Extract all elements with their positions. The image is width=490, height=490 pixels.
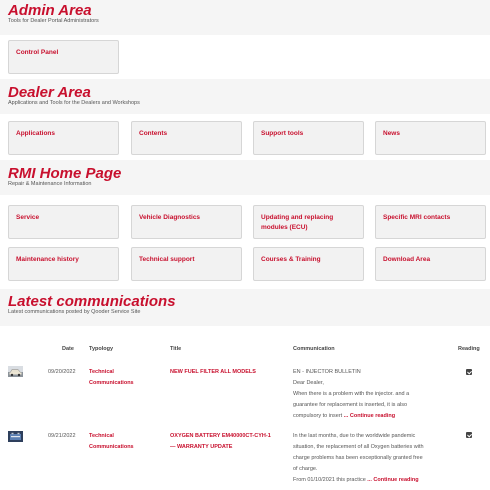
- card-label: Vehicle Diagnostics: [139, 214, 201, 221]
- reading-checkbox[interactable]: [466, 369, 472, 375]
- column-header-typology[interactable]: Typology: [89, 346, 113, 353]
- card-courses-training[interactable]: Courses & Training: [253, 247, 364, 281]
- continue-reading-link[interactable]: ... Continue reading: [367, 477, 418, 483]
- admin-area-title: Admin Area: [8, 2, 92, 19]
- admin-area-subtitle: Tools for Dealer Portal Administrators: [8, 18, 99, 24]
- reading-checkbox[interactable]: [466, 432, 472, 438]
- card-vehicle-diagnostics[interactable]: Vehicle Diagnostics: [131, 205, 242, 239]
- column-header-communication[interactable]: Communication: [293, 346, 335, 353]
- row-date: 09/21/2022: [48, 433, 76, 439]
- dealer-area-title: Dealer Area: [8, 84, 91, 101]
- row-typology[interactable]: Technical Communications: [89, 431, 134, 453]
- card-label: Control Panel: [16, 49, 59, 56]
- card-label: Applications: [16, 130, 56, 137]
- card-applications[interactable]: Applications: [8, 121, 119, 155]
- card-label: Support tools: [261, 130, 304, 137]
- card-label: Technical support: [139, 256, 195, 263]
- row-title-link[interactable]: OXYGEN BATTERY EM40000CT-CYH-1— WARRANTY…: [170, 431, 271, 453]
- row-typology[interactable]: Technical Communications: [89, 367, 134, 389]
- card-updating-modules[interactable]: Updating and replacing modules (ECU): [253, 205, 364, 239]
- card-technical-support[interactable]: Technical support: [131, 247, 242, 281]
- card-label: Updating and replacing modules (ECU): [261, 214, 334, 231]
- row-title-link[interactable]: NEW FUEL FILTER ALL MODELS: [170, 367, 256, 378]
- row-communication: EN - INJECTOR BULLETIN Dear Dealer, When…: [293, 369, 410, 419]
- card-contents[interactable]: Contents: [131, 121, 242, 155]
- card-control-panel[interactable]: Control Panel: [8, 40, 119, 74]
- card-service[interactable]: Service: [8, 205, 119, 239]
- card-label: Download Area: [383, 256, 431, 263]
- card-label: News: [383, 130, 400, 137]
- continue-reading-link[interactable]: ... Continue reading: [344, 413, 395, 419]
- card-label: Specific MRI contacts: [383, 214, 451, 221]
- column-header-reading[interactable]: Reading: [458, 346, 480, 353]
- battery-icon[interactable]: [8, 431, 23, 442]
- card-label: Maintenance history: [16, 256, 79, 263]
- row-communication: In the last months, due to the worldwide…: [293, 433, 424, 483]
- card-label: Service: [16, 214, 40, 221]
- latest-communications-title: Latest communications: [8, 293, 176, 310]
- card-support-tools[interactable]: Support tools: [253, 121, 364, 155]
- card-news[interactable]: News: [375, 121, 486, 155]
- card-maintenance-history[interactable]: Maintenance history: [8, 247, 119, 281]
- card-label: Courses & Training: [261, 256, 321, 263]
- latest-communications-subtitle: Latest communications posted by Qooder S…: [8, 309, 141, 315]
- card-download-area[interactable]: Download Area: [375, 247, 486, 281]
- row-date: 09/20/2022: [48, 369, 76, 375]
- rmi-home-title: RMI Home Page: [8, 165, 122, 182]
- rmi-home-subtitle: Repair & Maintenance Information: [8, 181, 92, 187]
- card-label: Contents: [139, 130, 168, 137]
- dealer-area-subtitle: Applications and Tools for the Dealers a…: [8, 100, 140, 106]
- car-icon[interactable]: [8, 366, 23, 377]
- column-header-date[interactable]: Date: [62, 346, 74, 353]
- column-header-title[interactable]: Title: [170, 346, 181, 353]
- card-specific-mri-contacts[interactable]: Specific MRI contacts: [375, 205, 486, 239]
